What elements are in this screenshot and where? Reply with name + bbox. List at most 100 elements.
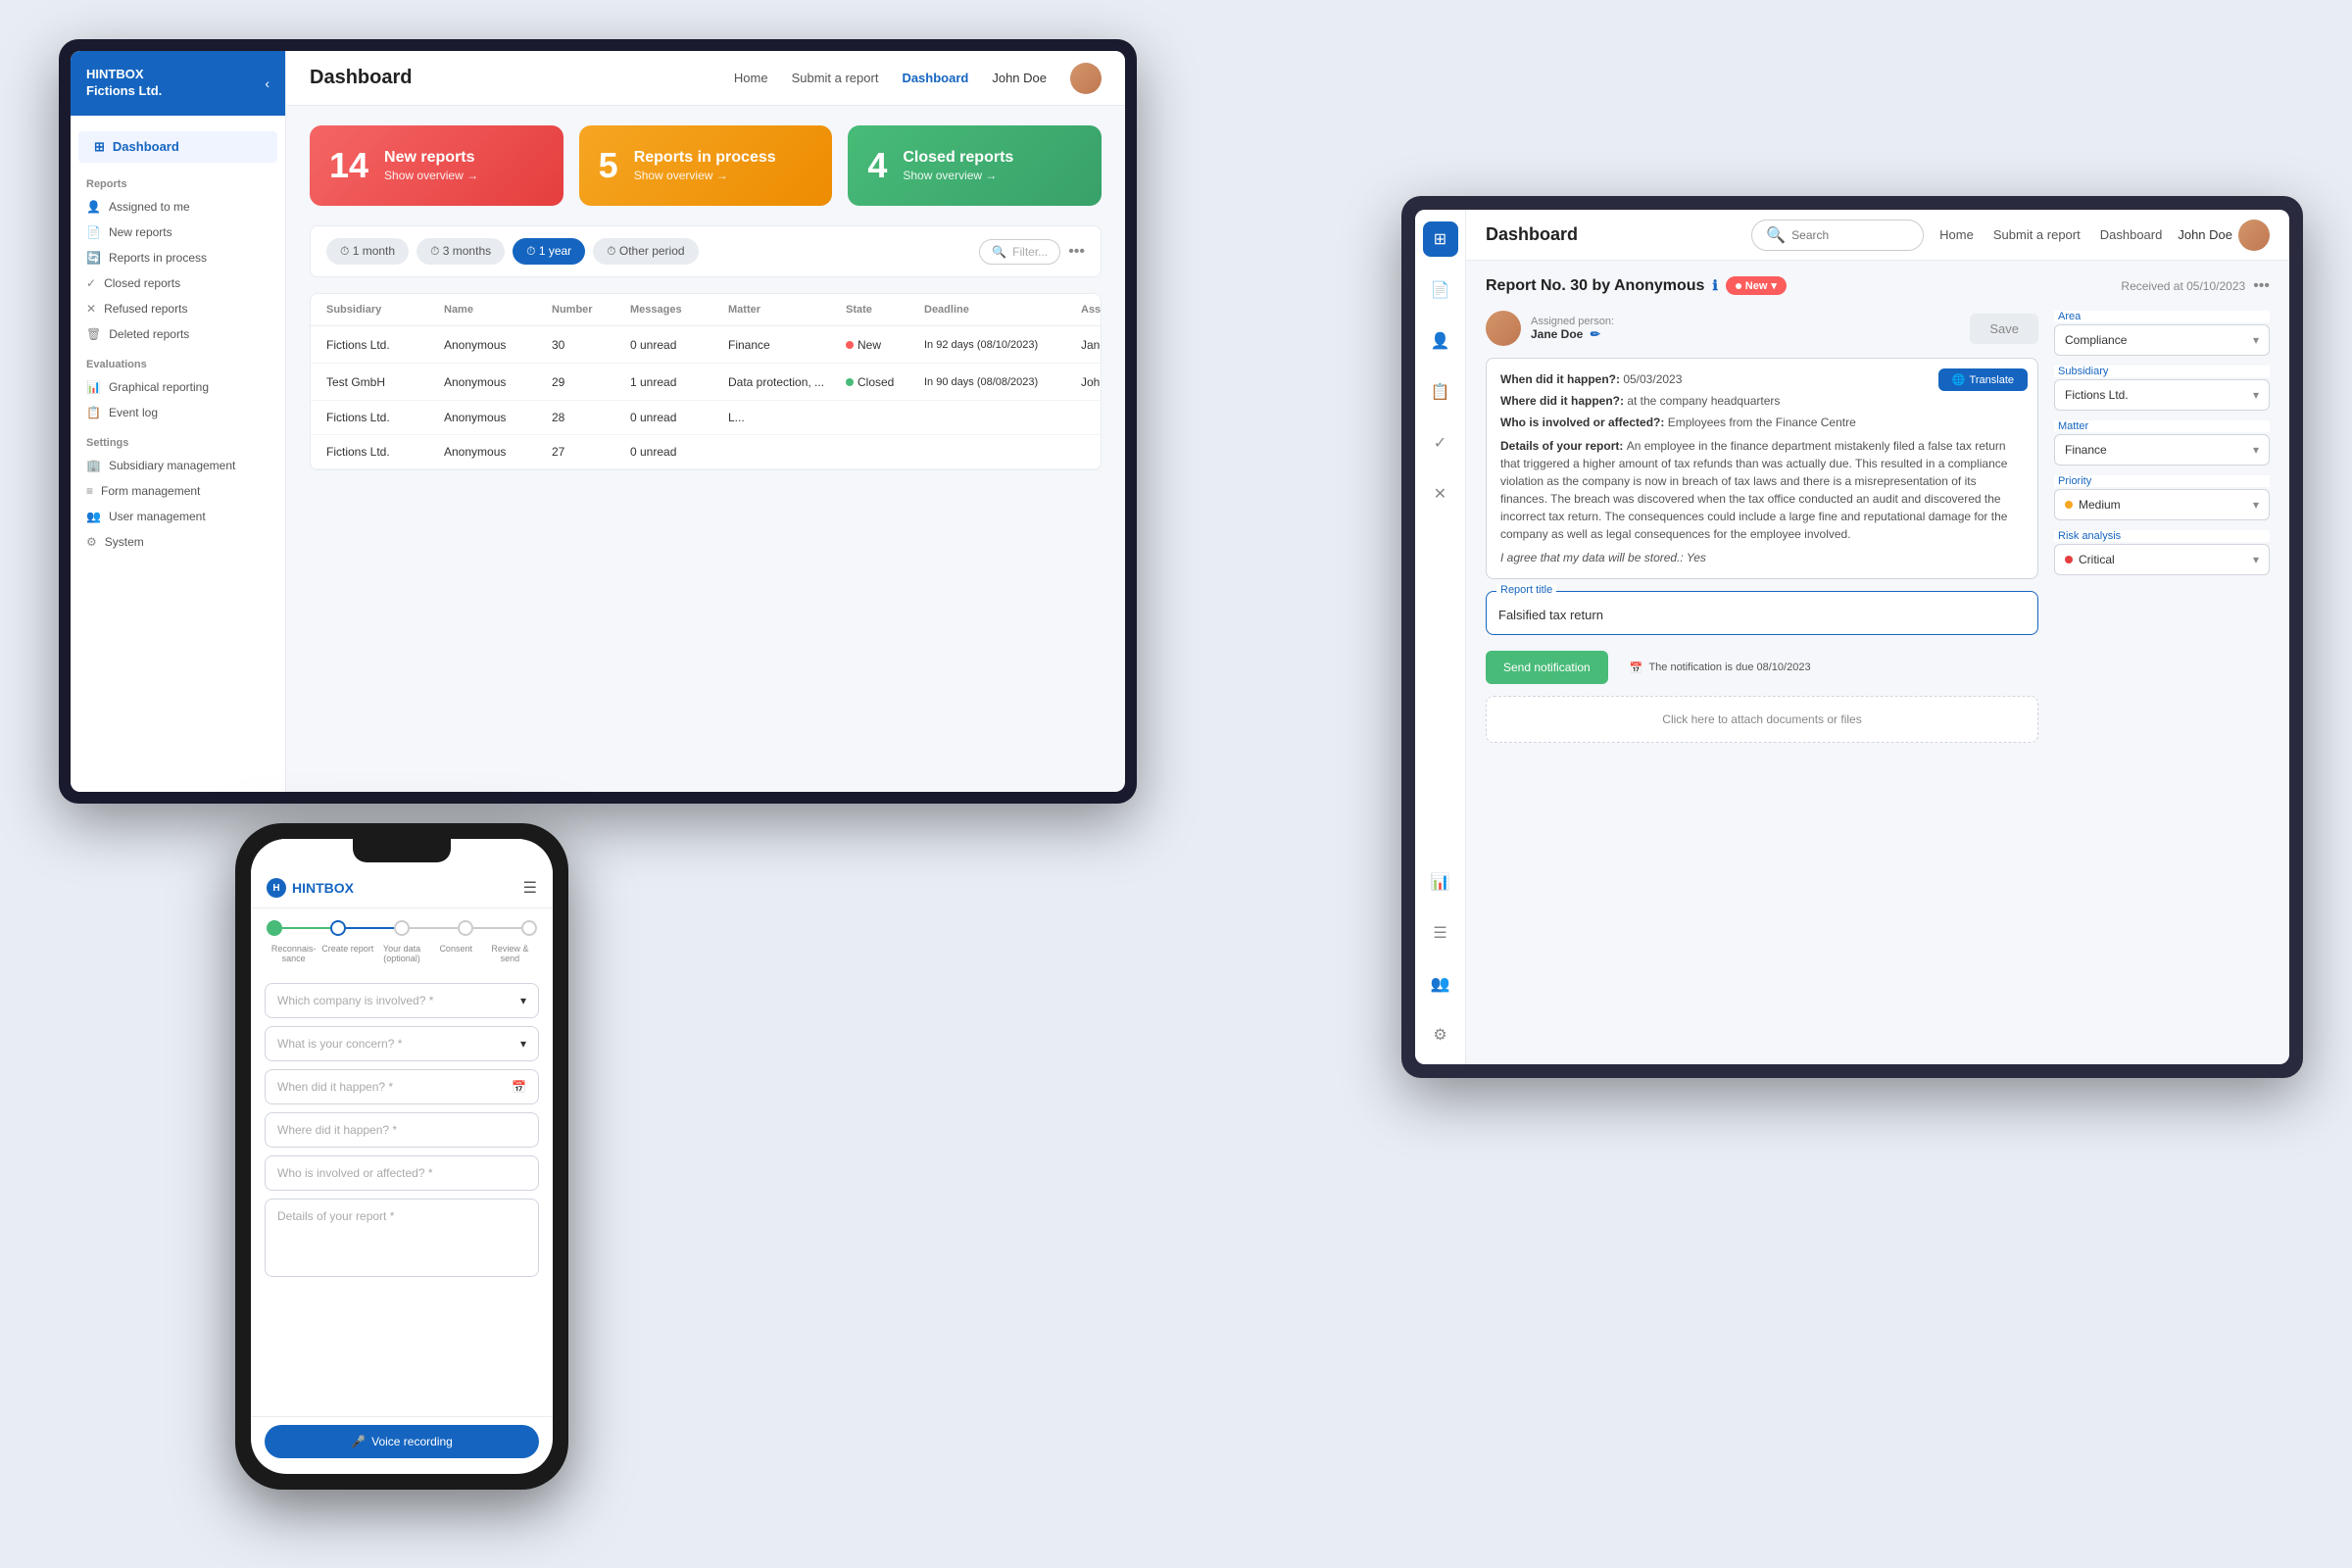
report-details-block: Details of your report: An employee in t…: [1500, 437, 2024, 543]
sidebar-item-subsidiary[interactable]: 🏢 Subsidiary management: [71, 453, 285, 478]
save-button[interactable]: Save: [1970, 314, 2038, 344]
desktop-avatar[interactable]: [1070, 63, 1102, 94]
sidebar-item-new-reports[interactable]: 📄 New reports: [71, 220, 285, 245]
filter-search[interactable]: 🔍 Filter...: [979, 239, 1060, 265]
tablet-sidebar-user-icon[interactable]: 👤: [1423, 323, 1458, 359]
step-seg-1: [282, 927, 330, 929]
details-text: An employee in the finance department mi…: [1500, 439, 2007, 541]
phone-field-when[interactable]: When did it happen? * 📅: [265, 1069, 539, 1104]
more-icon[interactable]: •••: [2253, 277, 2270, 295]
table-row[interactable]: Fictions Ltd. Anonymous 28 0 unread L...: [311, 401, 1101, 435]
tablet-main: Dashboard 🔍 Home Submit a report Dashboa…: [1466, 210, 2289, 1064]
risk-label: Risk analysis: [2054, 530, 2270, 542]
tablet-sidebar-dashboard-icon[interactable]: ⊞: [1423, 221, 1458, 257]
report-details-box: 🌐 Translate When did it happen?: 05/03/2…: [1486, 358, 2038, 579]
tablet-search[interactable]: 🔍: [1751, 220, 1924, 251]
tablet-sidebar-refused-icon[interactable]: ✕: [1423, 476, 1458, 512]
tablet-sidebar-process-icon[interactable]: 📋: [1423, 374, 1458, 410]
field-company-placeholder: Which company is involved? *: [277, 994, 433, 1007]
table-row[interactable]: Fictions Ltd. Anonymous 30 0 unread Fina…: [311, 326, 1101, 364]
tablet-sidebar-reports-icon[interactable]: 📄: [1423, 272, 1458, 308]
table-row[interactable]: Test GmbH Anonymous 29 1 unread Data pro…: [311, 364, 1101, 401]
filter-1month[interactable]: ⏱ 1 month: [326, 238, 409, 265]
phone-field-who[interactable]: Who is involved or affected? *: [265, 1155, 539, 1191]
sidebar-item-closed[interactable]: ✓ Closed reports: [71, 270, 285, 296]
filter-1year[interactable]: ⏱ 1 year: [513, 238, 585, 265]
sidebar-item-refused[interactable]: ✕ Refused reports: [71, 296, 285, 321]
tablet-sidebar-users2-icon[interactable]: 👥: [1423, 966, 1458, 1002]
stat-number-process: 5: [599, 145, 618, 186]
filter-more-icon[interactable]: •••: [1068, 243, 1085, 261]
phone-menu-icon[interactable]: ☰: [523, 878, 537, 898]
assigned-name: Jane Doe ✏: [1531, 327, 1614, 341]
matter-select[interactable]: Finance ▾: [2054, 434, 2270, 466]
tablet-user: John Doe: [2178, 220, 2270, 251]
report-title-label: Report title: [1496, 584, 1556, 596]
sidebar-settings-section: Settings: [71, 425, 285, 453]
tablet-sidebar-settings-icon[interactable]: ⚙: [1423, 1017, 1458, 1053]
tablet-avatar[interactable]: [2238, 220, 2270, 251]
tablet-nav-submit[interactable]: Submit a report: [1993, 227, 2081, 242]
sidebar-item-eventlog[interactable]: 📋 Event log: [71, 400, 285, 425]
filter-other[interactable]: ⏱ Other period: [593, 238, 698, 265]
tablet-nav-dashboard[interactable]: Dashboard: [2100, 227, 2163, 242]
tablet-sidebar-check-icon[interactable]: ✓: [1423, 425, 1458, 461]
risk-select[interactable]: Critical ▾: [2054, 544, 2270, 575]
nav-link-submit[interactable]: Submit a report: [792, 71, 879, 85]
tablet-sidebar-list-icon[interactable]: ☰: [1423, 915, 1458, 951]
subsidiary-field: Subsidiary Fictions Ltd. ▾: [2054, 366, 2270, 411]
phone-field-concern[interactable]: What is your concern? * ▾: [265, 1026, 539, 1061]
refused-icon: ✕: [86, 302, 96, 316]
translate-icon: 🌐: [1952, 373, 1966, 386]
nav-link-dashboard[interactable]: Dashboard: [902, 71, 968, 85]
search-icon: 🔍: [992, 245, 1006, 259]
phone-field-details[interactable]: Details of your report *: [265, 1199, 539, 1277]
phone-logo-text: HINTBOX: [292, 880, 354, 896]
sidebar-item-reports-process[interactable]: 🔄 Reports in process: [71, 245, 285, 270]
filter-3months[interactable]: ⏱ 3 months: [416, 238, 505, 265]
translate-button[interactable]: 🌐 Translate: [1938, 368, 2028, 391]
stat-card-new[interactable]: 14 New reports Show overview →: [310, 125, 564, 206]
sidebar-item-assigned[interactable]: 👤 Assigned to me: [71, 194, 285, 220]
report-content: Assigned person: Jane Doe ✏ Save: [1486, 311, 2270, 1049]
report-left: Assigned person: Jane Doe ✏ Save: [1486, 311, 2038, 1049]
attach-section[interactable]: Click here to attach documents or files: [1486, 696, 2038, 743]
send-notification-button[interactable]: Send notification: [1486, 651, 1608, 684]
edit-icon[interactable]: ✏: [1591, 327, 1600, 341]
col-name: Name: [444, 304, 552, 316]
sidebar-item-system[interactable]: ⚙ System: [71, 529, 285, 555]
field-when-placeholder: When did it happen? *: [277, 1080, 393, 1094]
voice-recording-button[interactable]: 🎤 Voice recording: [265, 1425, 539, 1458]
subsidiary-select[interactable]: Fictions Ltd. ▾: [2054, 379, 2270, 411]
stat-label-closed: Closed reports: [903, 149, 1013, 167]
sidebar-item-graphical[interactable]: 📊 Graphical reporting: [71, 374, 285, 400]
desktop-nav-title: Dashboard: [310, 67, 412, 89]
matter-value: Finance: [2065, 443, 2107, 457]
sidebar-item-form[interactable]: ≡ Form management: [71, 478, 285, 504]
sidebar-label-graphical: Graphical reporting: [109, 380, 209, 394]
search-input[interactable]: [1791, 228, 1909, 242]
cell-state: Closed: [846, 375, 924, 389]
stat-card-closed[interactable]: 4 Closed reports Show overview →: [848, 125, 1102, 206]
phone-field-where[interactable]: Where did it happen? *: [265, 1112, 539, 1148]
cell-assigned: Jane Doe: [1081, 338, 1102, 352]
stat-card-process[interactable]: 5 Reports in process Show overview →: [579, 125, 833, 206]
sidebar-item-dashboard[interactable]: ⊞ Dashboard: [78, 131, 277, 163]
sidebar-dashboard-label: Dashboard: [113, 139, 179, 154]
dashboard-body: 14 New reports Show overview → 5 Reports…: [286, 106, 1125, 792]
report-status-badge[interactable]: New ▾: [1726, 276, 1787, 295]
nav-link-home[interactable]: Home: [734, 71, 768, 85]
report-title-field[interactable]: Report title Falsified tax return: [1486, 591, 2038, 635]
sidebar-item-users[interactable]: 👥 User management: [71, 504, 285, 529]
table-row[interactable]: Fictions Ltd. Anonymous 27 0 unread: [311, 435, 1101, 469]
risk-chevron-icon: ▾: [2253, 553, 2259, 566]
sidebar-toggle-icon[interactable]: ‹: [265, 75, 270, 91]
risk-dot: [2065, 556, 2073, 564]
priority-select[interactable]: Medium ▾: [2054, 489, 2270, 520]
phone-field-company[interactable]: Which company is involved? * ▾: [265, 983, 539, 1018]
area-select[interactable]: Compliance ▾: [2054, 324, 2270, 356]
tablet-sidebar-chart-icon[interactable]: 📊: [1423, 864, 1458, 900]
sidebar-item-deleted[interactable]: 🗑 Deleted reports: [71, 321, 285, 347]
when-value: 05/03/2023: [1623, 372, 1682, 386]
tablet-nav-home[interactable]: Home: [1939, 227, 1974, 242]
